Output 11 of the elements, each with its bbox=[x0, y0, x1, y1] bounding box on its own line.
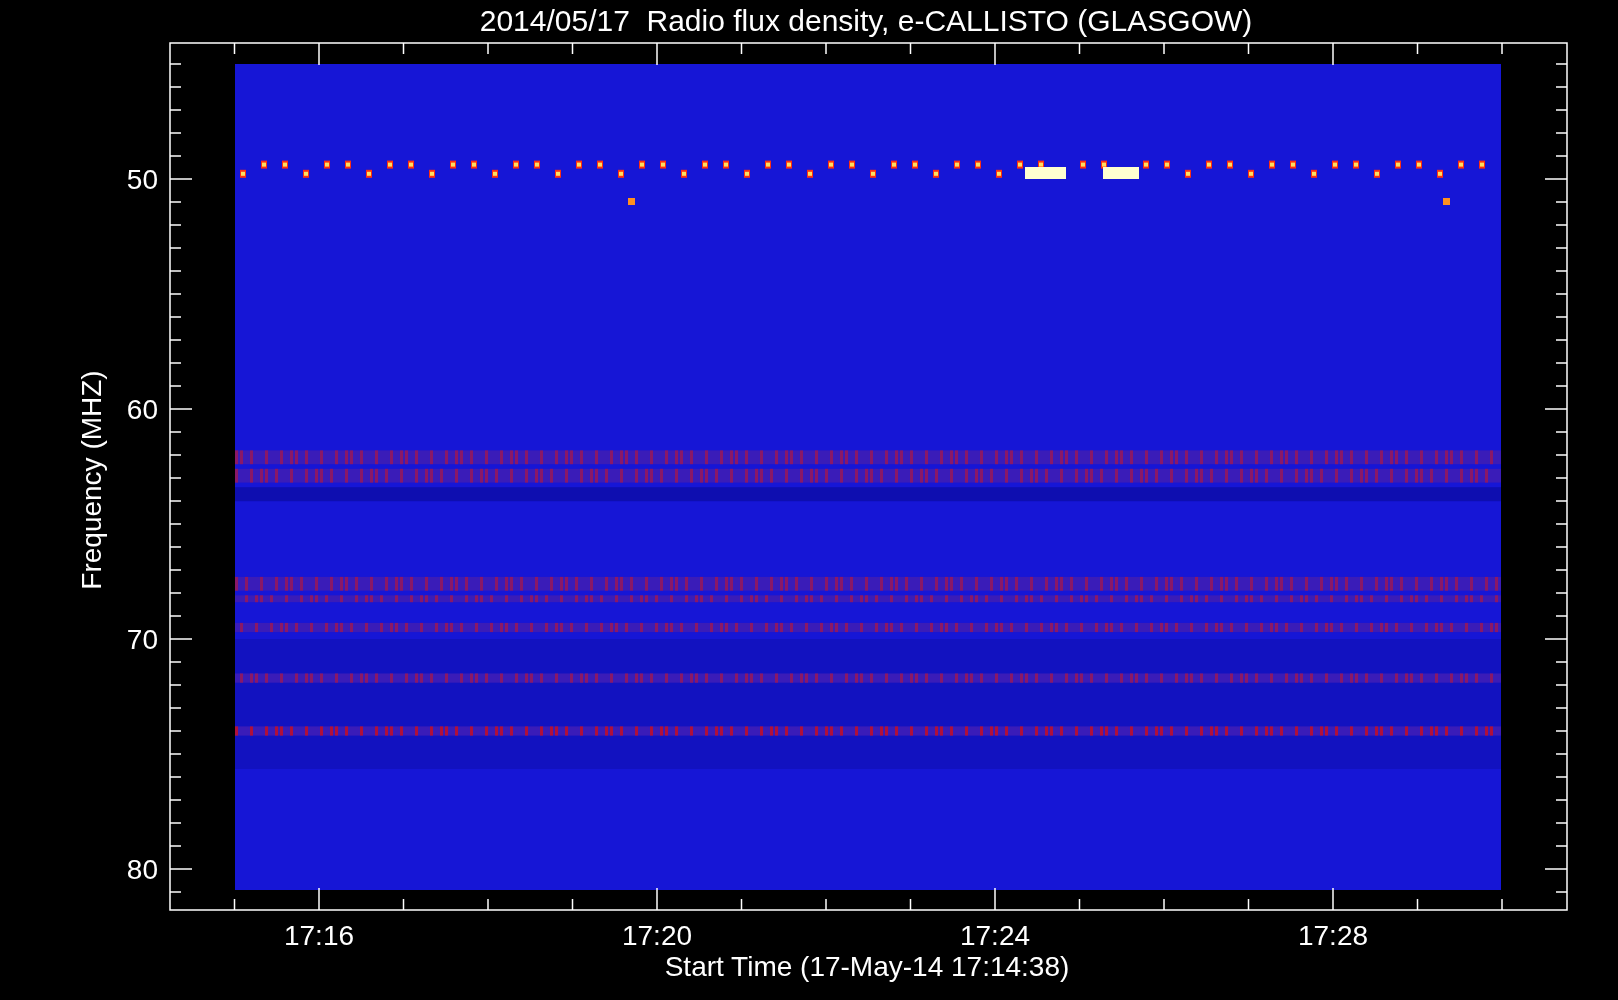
x-tick-label: 17:28 bbox=[1297, 920, 1369, 951]
x-tick-label: 17:16 bbox=[283, 920, 355, 951]
y-tick-label: 50 bbox=[126, 164, 158, 195]
y-tick-label: 70 bbox=[126, 624, 158, 655]
y-tick-label: 80 bbox=[126, 854, 158, 885]
x-axis-label: Start Time (17-May-14 17:14:38) bbox=[664, 951, 1070, 982]
x-tick-label: 17:24 bbox=[959, 920, 1031, 951]
x-tick-label: 17:20 bbox=[621, 920, 693, 951]
chart-title: 2014/05/17 Radio flux density, e-CALLISTO (GLASGOW) bbox=[479, 4, 1253, 37]
y-tick-label: 60 bbox=[126, 394, 158, 425]
y-axis-label: Frequency (MHZ) bbox=[76, 370, 107, 590]
